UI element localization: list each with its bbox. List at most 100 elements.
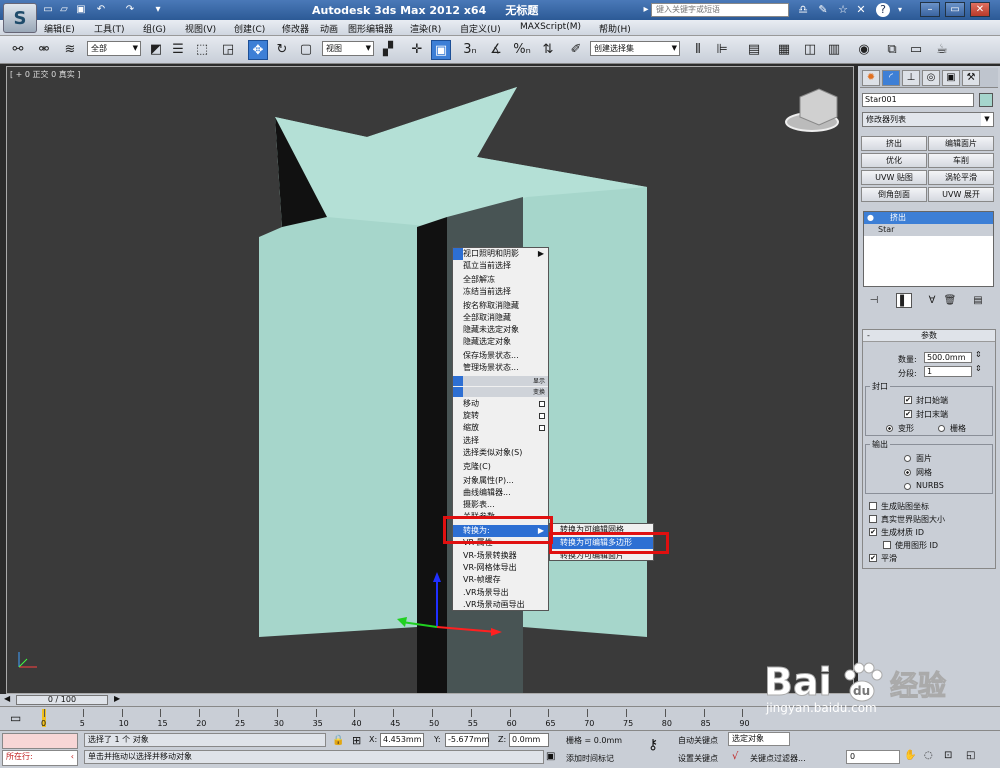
select-rotate-icon[interactable]: ↻ [272,40,292,60]
show-end-result-icon[interactable]: ▌ [896,293,912,308]
make-unique-icon[interactable]: ∀ [924,293,940,308]
motion-tab-icon[interactable]: ◎ [922,70,940,86]
selected-dropdown[interactable]: 选定对象 [728,732,790,746]
search-input[interactable]: 键入关键字或短语 [651,3,789,17]
layer-manager-icon[interactable]: ▤ [744,40,764,60]
new-file-icon[interactable]: ▭ [42,3,54,17]
morph-radio[interactable] [886,425,893,432]
object-color-swatch[interactable] [979,93,993,107]
perspective-viewport[interactable]: [ + 0 正交 0 真实 ] [6,66,854,694]
menu-item-object-properties[interactable]: 对象属性(P)... [453,475,548,487]
modifier-optimize-button[interactable]: 优化 [861,153,927,168]
menu-item-vr-frame-buffer[interactable]: VR-帧缓存 [453,574,548,586]
key-filters-button[interactable]: 关键点过滤器... [750,753,806,764]
maxscript-listener[interactable] [2,733,78,749]
select-by-name-icon[interactable]: ☰ [168,40,188,60]
menu-item-rotate[interactable]: 旋转 [453,410,548,422]
link-icon[interactable]: ⚯ [8,40,28,60]
lock-selection-icon[interactable]: 🔒 [332,735,344,746]
open-file-icon[interactable]: ▱ [58,3,70,17]
current-frame-field[interactable]: 0 [846,750,900,764]
rendered-frame-window-icon[interactable]: ▭ [906,40,926,60]
named-selection-dropdown[interactable]: 创建选择集 [590,41,680,56]
curve-editor-icon[interactable]: ◫ [800,40,820,60]
add-time-tag[interactable]: 添加时间标记 [566,753,614,764]
stack-item-extrude[interactable]: ● 挤出 [864,212,993,224]
nurbs-radio[interactable] [904,483,911,490]
spinner-snap-icon[interactable]: ⇅ [538,40,558,60]
configure-modifier-sets-icon[interactable]: ▤ [970,293,986,308]
app-logo-icon[interactable]: S [3,3,37,33]
menu-create[interactable]: 创建(C) [234,22,265,35]
edit-named-selection-icon[interactable]: ✐ [566,40,586,60]
object-name-field[interactable]: Star001 [862,93,974,107]
hierarchy-tab-icon[interactable]: ⊥ [902,70,920,86]
mini-curve-editor-icon[interactable]: ▭ [10,711,21,725]
menu-item-manage-scene-state[interactable]: 管理场景状态... [453,362,548,374]
menu-item-unhide-by-name[interactable]: 按名称取消隐藏 [453,300,548,312]
auto-key-button[interactable]: 自动关键点 [678,735,718,746]
snap-toggle-icon[interactable]: 3ₙ [460,40,480,60]
menu-item-curve-editor[interactable]: 曲线编辑器... [453,487,548,499]
menu-item-clone[interactable]: 克隆(C) [453,461,548,473]
modifier-turbosmooth-button[interactable]: 涡轮平滑 [928,170,994,185]
modifier-list-dropdown[interactable]: 修改器列表 [862,112,994,127]
utilities-tab-icon[interactable]: ⚒ [962,70,980,86]
menu-item-dope-sheet[interactable]: 摄影表... [453,499,548,511]
use-shape-id-checkbox[interactable] [883,541,891,549]
absolute-mode-icon[interactable]: ⊞ [352,734,361,747]
menu-help[interactable]: 帮助(H) [599,22,631,35]
key-icon[interactable]: ⚷ [648,737,658,753]
unlink-icon[interactable]: ⚮ [34,40,54,60]
grid-radio[interactable] [938,425,945,432]
menu-maxscript[interactable]: MAXScript(M) [520,22,581,32]
menu-item-hide-selected[interactable]: 隐藏选定对象 [453,336,548,348]
pivot-center-icon[interactable]: ▞ [378,40,398,60]
close-button[interactable]: ✕ [970,2,990,17]
menu-edit[interactable]: 编辑(E) [44,22,75,35]
redo-icon[interactable]: ↷ [124,3,136,17]
z-coordinate-field[interactable]: 0.0mm [509,733,549,747]
next-frame-icon[interactable]: ▶ [114,694,120,703]
modifier-edit-patch-button[interactable]: 编辑面片 [928,136,994,151]
amount-spinner[interactable]: 500.0mm [924,352,972,363]
modifier-unwrap-uvw-button[interactable]: UVW 展开 [928,187,994,202]
maximize-viewport-icon[interactable]: ◱ [966,750,975,761]
menu-tools[interactable]: 工具(T) [94,22,125,35]
save-icon[interactable]: ▣ [75,3,87,17]
undo-icon[interactable]: ↶ [95,3,107,17]
menu-item-viewport-lighting[interactable]: 视口照明和阴影 ▶ [453,248,548,260]
amount-spinner-arrows-icon[interactable]: ⇕ [975,350,982,359]
menu-item-unhide-all[interactable]: 全部取消隐藏 [453,312,548,324]
menu-item-select-similar[interactable]: 选择类似对象(S) [453,447,548,459]
menu-modifiers[interactable]: 修改器 [282,22,309,35]
schematic-view-icon[interactable]: ▥ [824,40,844,60]
select-move-icon[interactable]: ✥ [248,40,268,60]
menu-item-vr-scene-converter[interactable]: VR-场景转换器 [453,550,548,562]
time-tag-icon[interactable]: ▣ [546,751,555,762]
menu-item-move[interactable]: 移动 [453,398,548,410]
menu-item-select[interactable]: 选择 [453,435,548,447]
maxscript-line-field[interactable]: 所在行: ‹ [2,750,78,766]
modifier-lathe-button[interactable]: 车削 [928,153,994,168]
select-object-icon[interactable]: ◩ [146,40,166,60]
menu-views[interactable]: 视图(V) [185,22,216,35]
pin-stack-icon[interactable]: ⊣ [866,293,882,308]
menu-item-vr-scene-anim-export[interactable]: .VR场景动画导出 [453,599,548,611]
window-crossing-icon[interactable]: ◲ [218,40,238,60]
orbit-icon[interactable]: ◌ [924,750,933,761]
close-search-icon[interactable]: ✕ [853,2,869,18]
menu-customize[interactable]: 自定义(U) [460,22,501,35]
restore-button[interactable]: ▭ [945,2,965,17]
stack-item-star[interactable]: Star [864,224,993,236]
segments-spinner[interactable]: 1 [924,366,972,377]
menu-item-scale[interactable]: 缩放 [453,422,548,434]
menu-item-unfreeze-all[interactable]: 全部解冻 [453,274,548,286]
modifier-extrude-button[interactable]: 挤出 [861,136,927,151]
graphite-tools-icon[interactable]: ▦ [774,40,794,60]
material-editor-icon[interactable]: ◉ [854,40,874,60]
segments-spinner-arrows-icon[interactable]: ⇕ [975,364,982,373]
selection-filter-dropdown[interactable]: 全部 [87,41,141,56]
menu-item-save-scene-state[interactable]: 保存场景状态... [453,350,548,362]
modifier-uvw-map-button[interactable]: UVW 贴图 [861,170,927,185]
